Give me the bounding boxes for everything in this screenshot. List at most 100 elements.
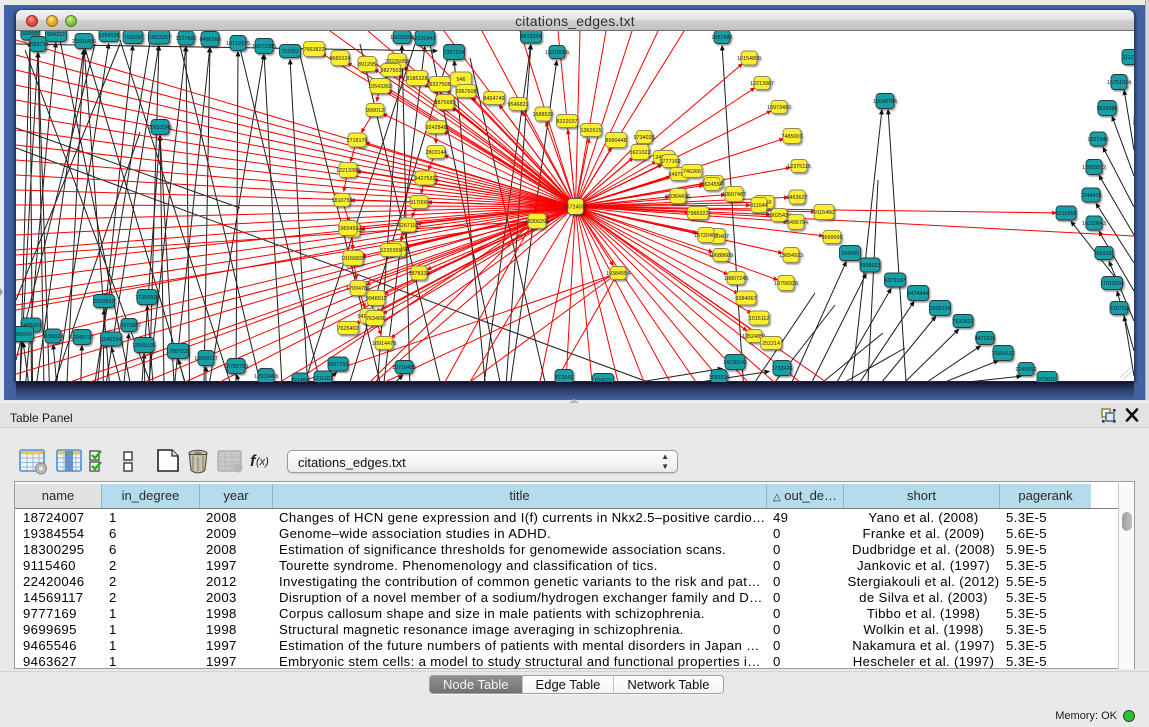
svg-text:9546821: 9546821 — [508, 102, 529, 108]
svg-text:20053346: 20053346 — [148, 125, 172, 131]
svg-text:10653267: 10653267 — [147, 35, 171, 41]
svg-text:17359928: 17359928 — [135, 295, 159, 301]
svg-text:20364436: 20364436 — [666, 194, 690, 200]
svg-text:10688609: 10688609 — [709, 253, 733, 259]
svg-text:9245652: 9245652 — [1016, 367, 1037, 373]
svg-text:1527602: 1527602 — [176, 36, 197, 42]
svg-text:9777169: 9777169 — [660, 159, 681, 165]
svg-text:16914479: 16914479 — [372, 341, 396, 347]
svg-text:4055724: 4055724 — [28, 42, 49, 48]
svg-text:3875685: 3875685 — [435, 100, 456, 106]
svg-text:2935134: 2935134 — [930, 306, 951, 312]
svg-text:1588520: 1588520 — [533, 112, 554, 118]
svg-text:23495794: 23495794 — [784, 220, 808, 226]
svg-text:8990448: 8990448 — [606, 138, 627, 144]
svg-text:19166829: 19166829 — [341, 256, 365, 262]
svg-text:999012: 999012 — [366, 108, 384, 114]
svg-text:7357224: 7357224 — [444, 50, 465, 56]
svg-text:111254: 111254 — [1122, 55, 1134, 61]
svg-text:14136141: 14136141 — [723, 360, 747, 366]
svg-text:1965493: 1965493 — [338, 226, 359, 232]
svg-text:2967608: 2967608 — [456, 89, 477, 95]
svg-text:10654112: 10654112 — [991, 351, 1015, 357]
svg-text:9660124: 9660124 — [330, 56, 351, 62]
svg-text:991542: 991542 — [16, 332, 32, 338]
svg-text:16033809: 16033809 — [390, 35, 414, 41]
svg-text:19384554: 19384554 — [606, 271, 630, 277]
svg-text:12942737: 12942737 — [70, 335, 94, 341]
svg-text:9242848: 9242848 — [426, 125, 447, 131]
svg-text:7986322: 7986322 — [688, 211, 709, 217]
svg-text:1156829: 1156829 — [43, 334, 64, 340]
svg-text:164095: 164095 — [841, 251, 859, 257]
svg-text:(x): (x) — [256, 456, 269, 468]
svg-text:546: 546 — [457, 77, 466, 83]
svg-text:7663822: 7663822 — [304, 47, 325, 53]
svg-text:921450: 921450 — [291, 378, 309, 382]
svg-text:1569291: 1569291 — [1094, 251, 1115, 257]
svg-text:12505135: 12505135 — [132, 343, 156, 349]
svg-text:2020652: 2020652 — [94, 299, 115, 305]
svg-text:9827503: 9827503 — [381, 68, 402, 74]
svg-text:10958117: 10958117 — [194, 356, 218, 362]
svg-text:1054126: 1054126 — [99, 33, 120, 39]
svg-text:16210643: 16210643 — [1082, 221, 1106, 227]
svg-text:12923468: 12923468 — [254, 374, 278, 380]
svg-text:9948911: 9948911 — [366, 296, 387, 302]
svg-text:3215958: 3215958 — [1056, 211, 1077, 217]
svg-text:9327508: 9327508 — [430, 82, 451, 88]
svg-text:3878332: 3878332 — [409, 271, 430, 277]
svg-text:917006: 917006 — [410, 200, 428, 206]
svg-text:10719155: 10719155 — [226, 41, 250, 47]
svg-text:979616: 979616 — [1038, 377, 1056, 382]
svg-text:9657791: 9657791 — [328, 362, 349, 368]
svg-text:12093872: 12093872 — [1082, 165, 1106, 171]
svg-text:15751024: 15751024 — [1107, 80, 1131, 86]
svg-text:872641: 872641 — [555, 375, 573, 381]
svg-text:20691406: 20691406 — [72, 39, 96, 45]
svg-text:10648784: 10648784 — [873, 99, 897, 105]
svg-text:10973493: 10973493 — [767, 105, 791, 111]
svg-text:1235359: 1235359 — [381, 248, 402, 254]
svg-text:9384067: 9384067 — [736, 296, 757, 302]
svg-text:1015112: 1015112 — [749, 316, 770, 322]
svg-text:104522: 104522 — [594, 378, 612, 382]
svg-text:9120443: 9120443 — [415, 36, 436, 42]
svg-text:904312: 904312 — [47, 32, 65, 38]
svg-text:8471626: 8471626 — [975, 336, 996, 342]
svg-text:9734028: 9734028 — [634, 135, 655, 141]
svg-text:8186328: 8186328 — [407, 76, 428, 82]
svg-text:1609557: 1609557 — [20, 31, 41, 37]
svg-text:18724007: 18724007 — [564, 204, 588, 210]
svg-text:2803144: 2803144 — [426, 150, 447, 156]
svg-text:16782759: 16782759 — [224, 364, 248, 370]
svg-text:9474444: 9474444 — [908, 291, 929, 297]
svg-text:8322037: 8322037 — [557, 119, 578, 125]
svg-text:811544: 811544 — [750, 203, 768, 209]
svg-text:1733426: 1733426 — [772, 366, 793, 372]
svg-text:7625402: 7625402 — [338, 326, 359, 332]
svg-text:8813054: 8813054 — [521, 34, 542, 40]
svg-text:17004786: 17004786 — [346, 286, 370, 292]
svg-text:763409: 763409 — [366, 316, 384, 322]
svg-text:751552: 751552 — [281, 49, 299, 55]
svg-text:17016504: 17016504 — [1100, 281, 1124, 287]
svg-text:116753: 116753 — [1110, 306, 1128, 312]
svg-text:17957225: 17957225 — [166, 349, 190, 355]
svg-text:1362615: 1362615 — [581, 128, 602, 134]
svg-text:7485003: 7485003 — [782, 134, 803, 140]
svg-text:10543362: 10543362 — [368, 84, 392, 90]
svg-text:13654923: 13654923 — [779, 253, 803, 259]
svg-text:746266: 746266 — [683, 169, 701, 175]
svg-text:1624554: 1624554 — [702, 182, 723, 188]
svg-text:7632621: 7632621 — [953, 319, 974, 325]
svg-text:19756928: 19756928 — [774, 281, 798, 287]
svg-text:1211202: 1211202 — [313, 376, 334, 382]
svg-text:891295: 891295 — [358, 62, 376, 68]
svg-text:9463627: 9463627 — [787, 195, 808, 201]
svg-text:252214: 252214 — [762, 341, 780, 347]
svg-text:8938923: 8938923 — [860, 263, 881, 269]
svg-text:10025438: 10025438 — [767, 213, 791, 219]
svg-text:18300295: 18300295 — [525, 219, 549, 225]
svg-text:3267110: 3267110 — [398, 223, 419, 229]
